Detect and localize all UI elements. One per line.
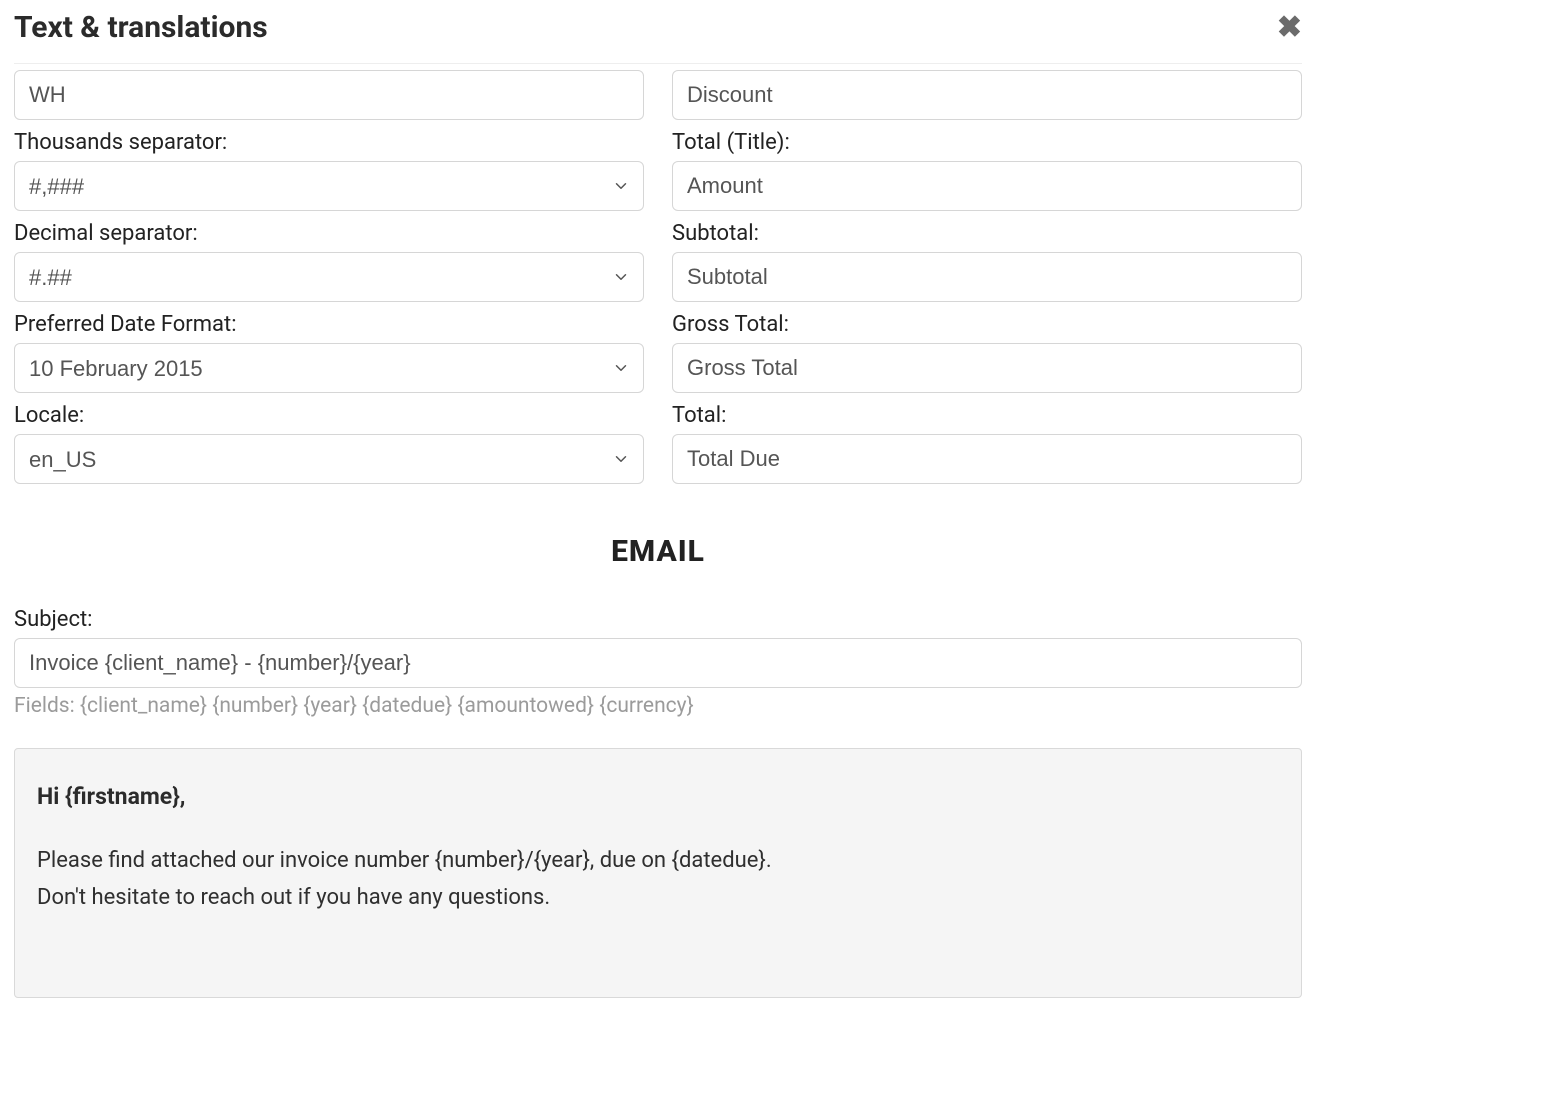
gross-total-input[interactable] [672,343,1302,393]
email-body-line: Don't hesitate to reach out if you have … [37,879,1279,916]
modal-title: Text & translations [14,10,268,45]
form-columns: Thousands separator: #,### Decimal separ… [14,70,1302,484]
date-format-label: Preferred Date Format: [14,312,644,337]
left-column: Thousands separator: #,### Decimal separ… [14,70,644,484]
locale-label: Locale: [14,403,644,428]
modal-header: Text & translations ✖ [14,0,1302,64]
email-greeting: Hi {firstname}, [37,777,1279,816]
email-section-heading: EMAIL [14,534,1302,569]
subject-input[interactable] [14,638,1302,688]
email-body-editor[interactable]: Hi {firstname}, Please find attached our… [14,748,1302,998]
locale-select[interactable]: en_US [14,434,644,484]
decimal-separator-select[interactable]: #.## [14,252,644,302]
total-label: Total: [672,403,1302,428]
date-format-select[interactable]: 10 February 2015 [14,343,644,393]
close-icon: ✖ [1277,11,1302,44]
subject-label: Subject: [14,607,1302,632]
close-button[interactable]: ✖ [1277,13,1302,43]
total-input[interactable] [672,434,1302,484]
thousands-separator-select[interactable]: #,### [14,161,644,211]
gross-total-label: Gross Total: [672,312,1302,337]
text-translations-modal: Text & translations ✖ Thousands separato… [0,0,1316,1038]
subtotal-input[interactable] [672,252,1302,302]
wh-input[interactable] [14,70,644,120]
discount-input[interactable] [672,70,1302,120]
decimal-separator-label: Decimal separator: [14,221,644,246]
total-title-input[interactable] [672,161,1302,211]
subject-fields-hint: Fields: {client_name} {number} {year} {d… [14,694,1302,718]
right-column: Total (Title): Subtotal: Gross Total: To… [672,70,1302,484]
total-title-label: Total (Title): [672,130,1302,155]
thousands-separator-label: Thousands separator: [14,130,644,155]
subtotal-label: Subtotal: [672,221,1302,246]
email-body-line: Please find attached our invoice number … [37,842,1279,879]
